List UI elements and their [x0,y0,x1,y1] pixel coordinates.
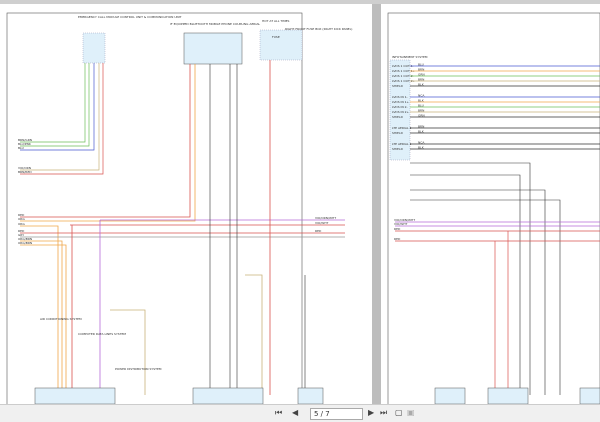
pin-label: LVDS IN 1- [392,95,408,99]
pin-label: LTE AERIAL 2 [392,126,412,130]
hot-label: HOT AT ALL TIMES [262,19,290,23]
wire-label: ORG/BRN [18,241,32,245]
viewer-toolbar: ⏮ ◀ 5 / 7 ▶ ⏭ ▢ ▣ [0,404,600,422]
wire-label: BRN [418,124,424,128]
next-page-icon[interactable]: ▶ [368,408,374,417]
wire-label: GRN [418,113,425,117]
wire-label: BRN [418,108,424,112]
fuse-label: FUSE [272,35,280,39]
pin-label: LVDS IN 1+ [392,100,410,104]
wire-label: RED [394,227,401,231]
pin-label: LTE AERIAL 1 [392,142,412,146]
wire-label: ORG [18,217,25,221]
wire-label: NCA [418,140,425,144]
datalink-label: COMPUTER DATA LINES SYSTEM [78,332,126,336]
connector-block [192,387,264,404]
wire-label: BLU [418,103,424,107]
page-number-input[interactable]: 5 / 7 [310,408,363,420]
single-page-icon[interactable]: ▢ [395,408,403,417]
power-label: POWER DISTRIBUTION SYSTEM [115,367,162,371]
wire-label: BLU [18,146,24,150]
two-page-icon[interactable]: ▣ [407,408,415,417]
wire-label: VIO/ORN/WHT [315,216,336,220]
prev-page-icon[interactable]: ◀ [292,408,298,417]
pin-label: SHIELD [392,84,404,88]
pin-label: LVDS IN 2+ [392,110,410,114]
pin-label: SHIELD [392,147,404,151]
wire-label: BLU [418,62,424,66]
connector-block [579,387,600,404]
first-page-icon[interactable]: ⏮ [275,408,282,418]
wire-label: BRN [418,67,424,71]
wire-label: BRN [418,77,424,81]
fuse-box [259,29,303,61]
wire-label: RED [315,229,322,233]
bluetooth-module-label: IF EQUIPPED BLUETOOTH MOBILE PHONE COUPL… [170,22,260,26]
connector-block [297,387,324,404]
wire-label: VIO/WHT [315,221,329,225]
infotainment-label: INFOTAINMENT SYSTEM [392,55,428,59]
left-page-frame [6,12,303,404]
pin-label: LVDS IN 2- [392,105,408,109]
ecall-module-label: EMERGENCY CALL MODULE CONTROL UNIT & COM… [78,15,182,19]
connector-block [487,387,529,404]
wire-label: NCA [418,93,425,97]
fusebox-label: RIGHT FRONT FUSE BOX (RIGHT KICK PANEL) [285,27,352,31]
last-page-icon[interactable]: ⏭ [380,408,387,418]
ecall-module [82,32,106,64]
wire-label: RED [394,237,401,241]
wiring-diagram: EMERGENCY CALL MODULE CONTROL UNIT & COM… [6,12,600,404]
wire-label: VIO/WHT [394,222,408,226]
connector-block [434,387,466,404]
wire-label: BRN/RED [18,170,32,174]
connector-block [34,387,116,404]
pin-label: SHIELD [392,115,404,119]
wire-label: ORG [18,222,25,226]
ac-system-label: AIR CONDITIONING SYSTEM [40,317,82,321]
wire-label: GRN [418,72,425,76]
bluetooth-module [183,32,243,65]
pin-label: SHIELD [392,131,404,135]
